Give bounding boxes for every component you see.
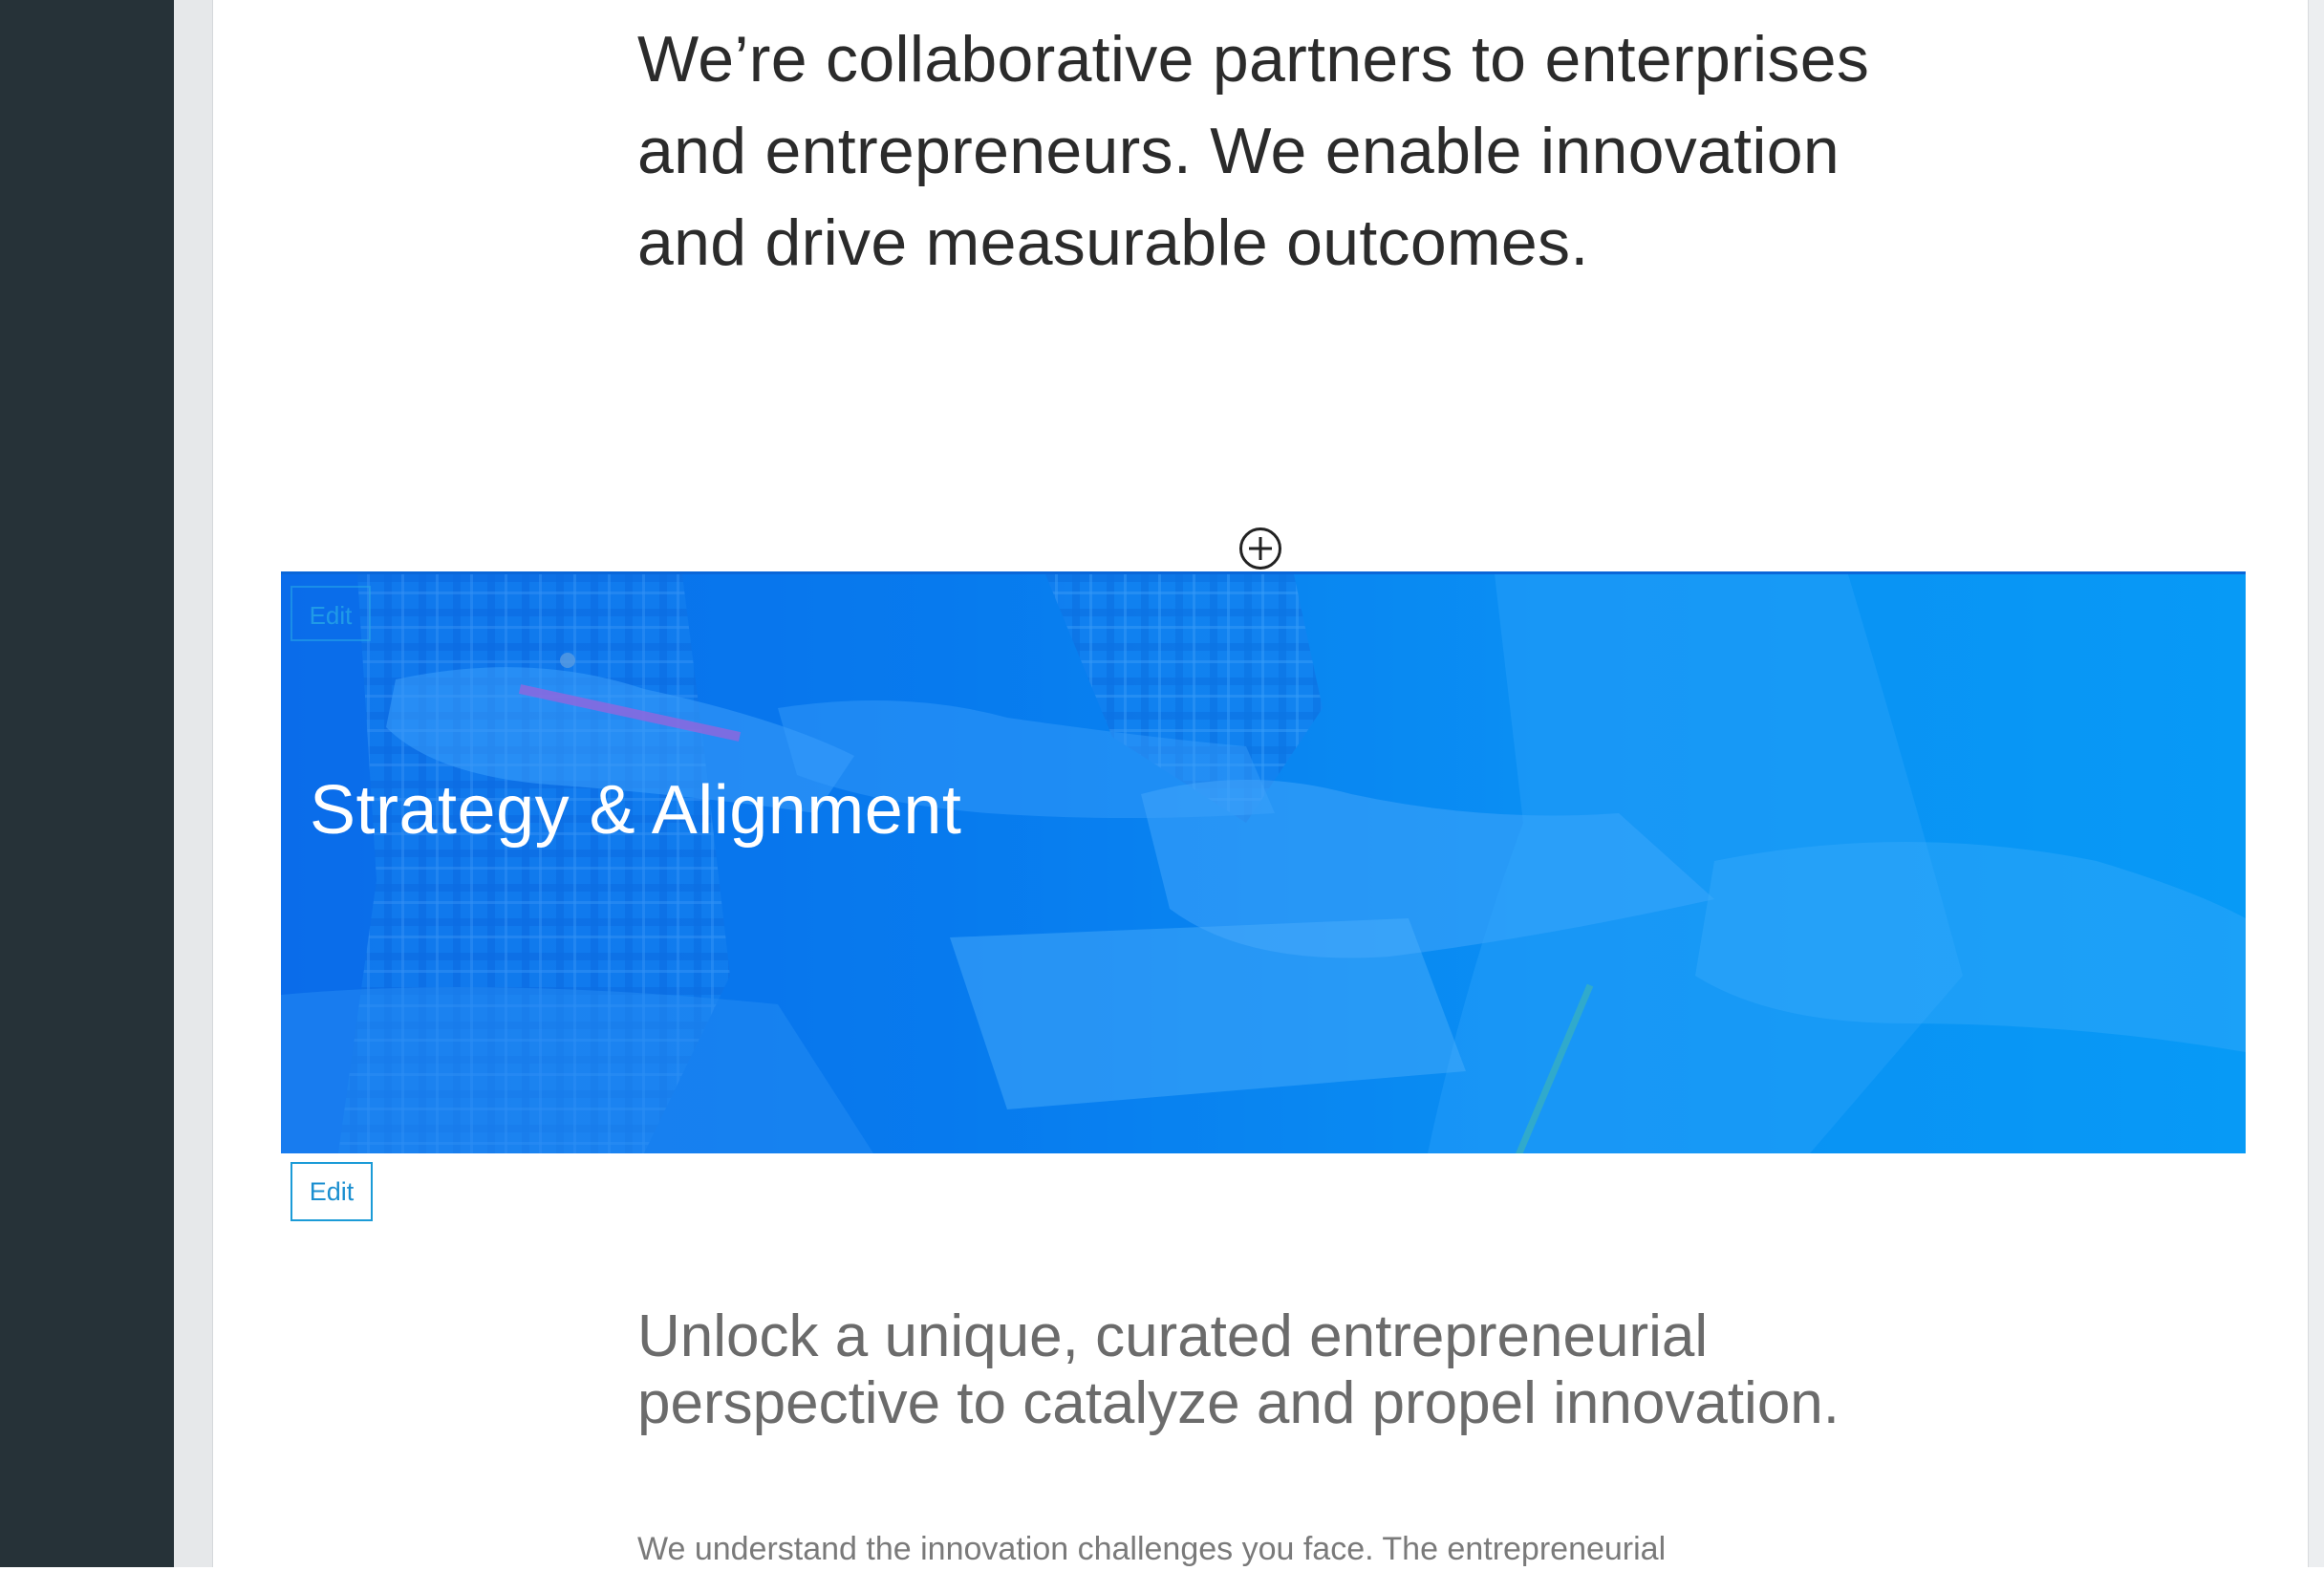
hero-edit-button[interactable]: Edit bbox=[290, 586, 371, 641]
section-heading: Unlock a unique, curated entrepreneurial… bbox=[637, 1303, 1840, 1436]
edit-button[interactable]: Edit bbox=[290, 1162, 373, 1221]
plus-circle-icon[interactable] bbox=[1239, 527, 1281, 570]
intro-paragraph: We’re collaborative partners to enterpri… bbox=[637, 23, 1870, 279]
editor-sidebar bbox=[0, 0, 174, 1567]
sidebar-gutter bbox=[174, 0, 213, 1567]
section-body-text: We understand the innovation challenges … bbox=[637, 1531, 1667, 1567]
hero-background-image bbox=[281, 574, 2246, 1153]
hero-banner[interactable]: Edit Strategy & Alignment bbox=[281, 571, 2246, 1153]
page-right-edge bbox=[2308, 0, 2324, 1567]
hero-title: Strategy & Alignment bbox=[310, 772, 962, 849]
